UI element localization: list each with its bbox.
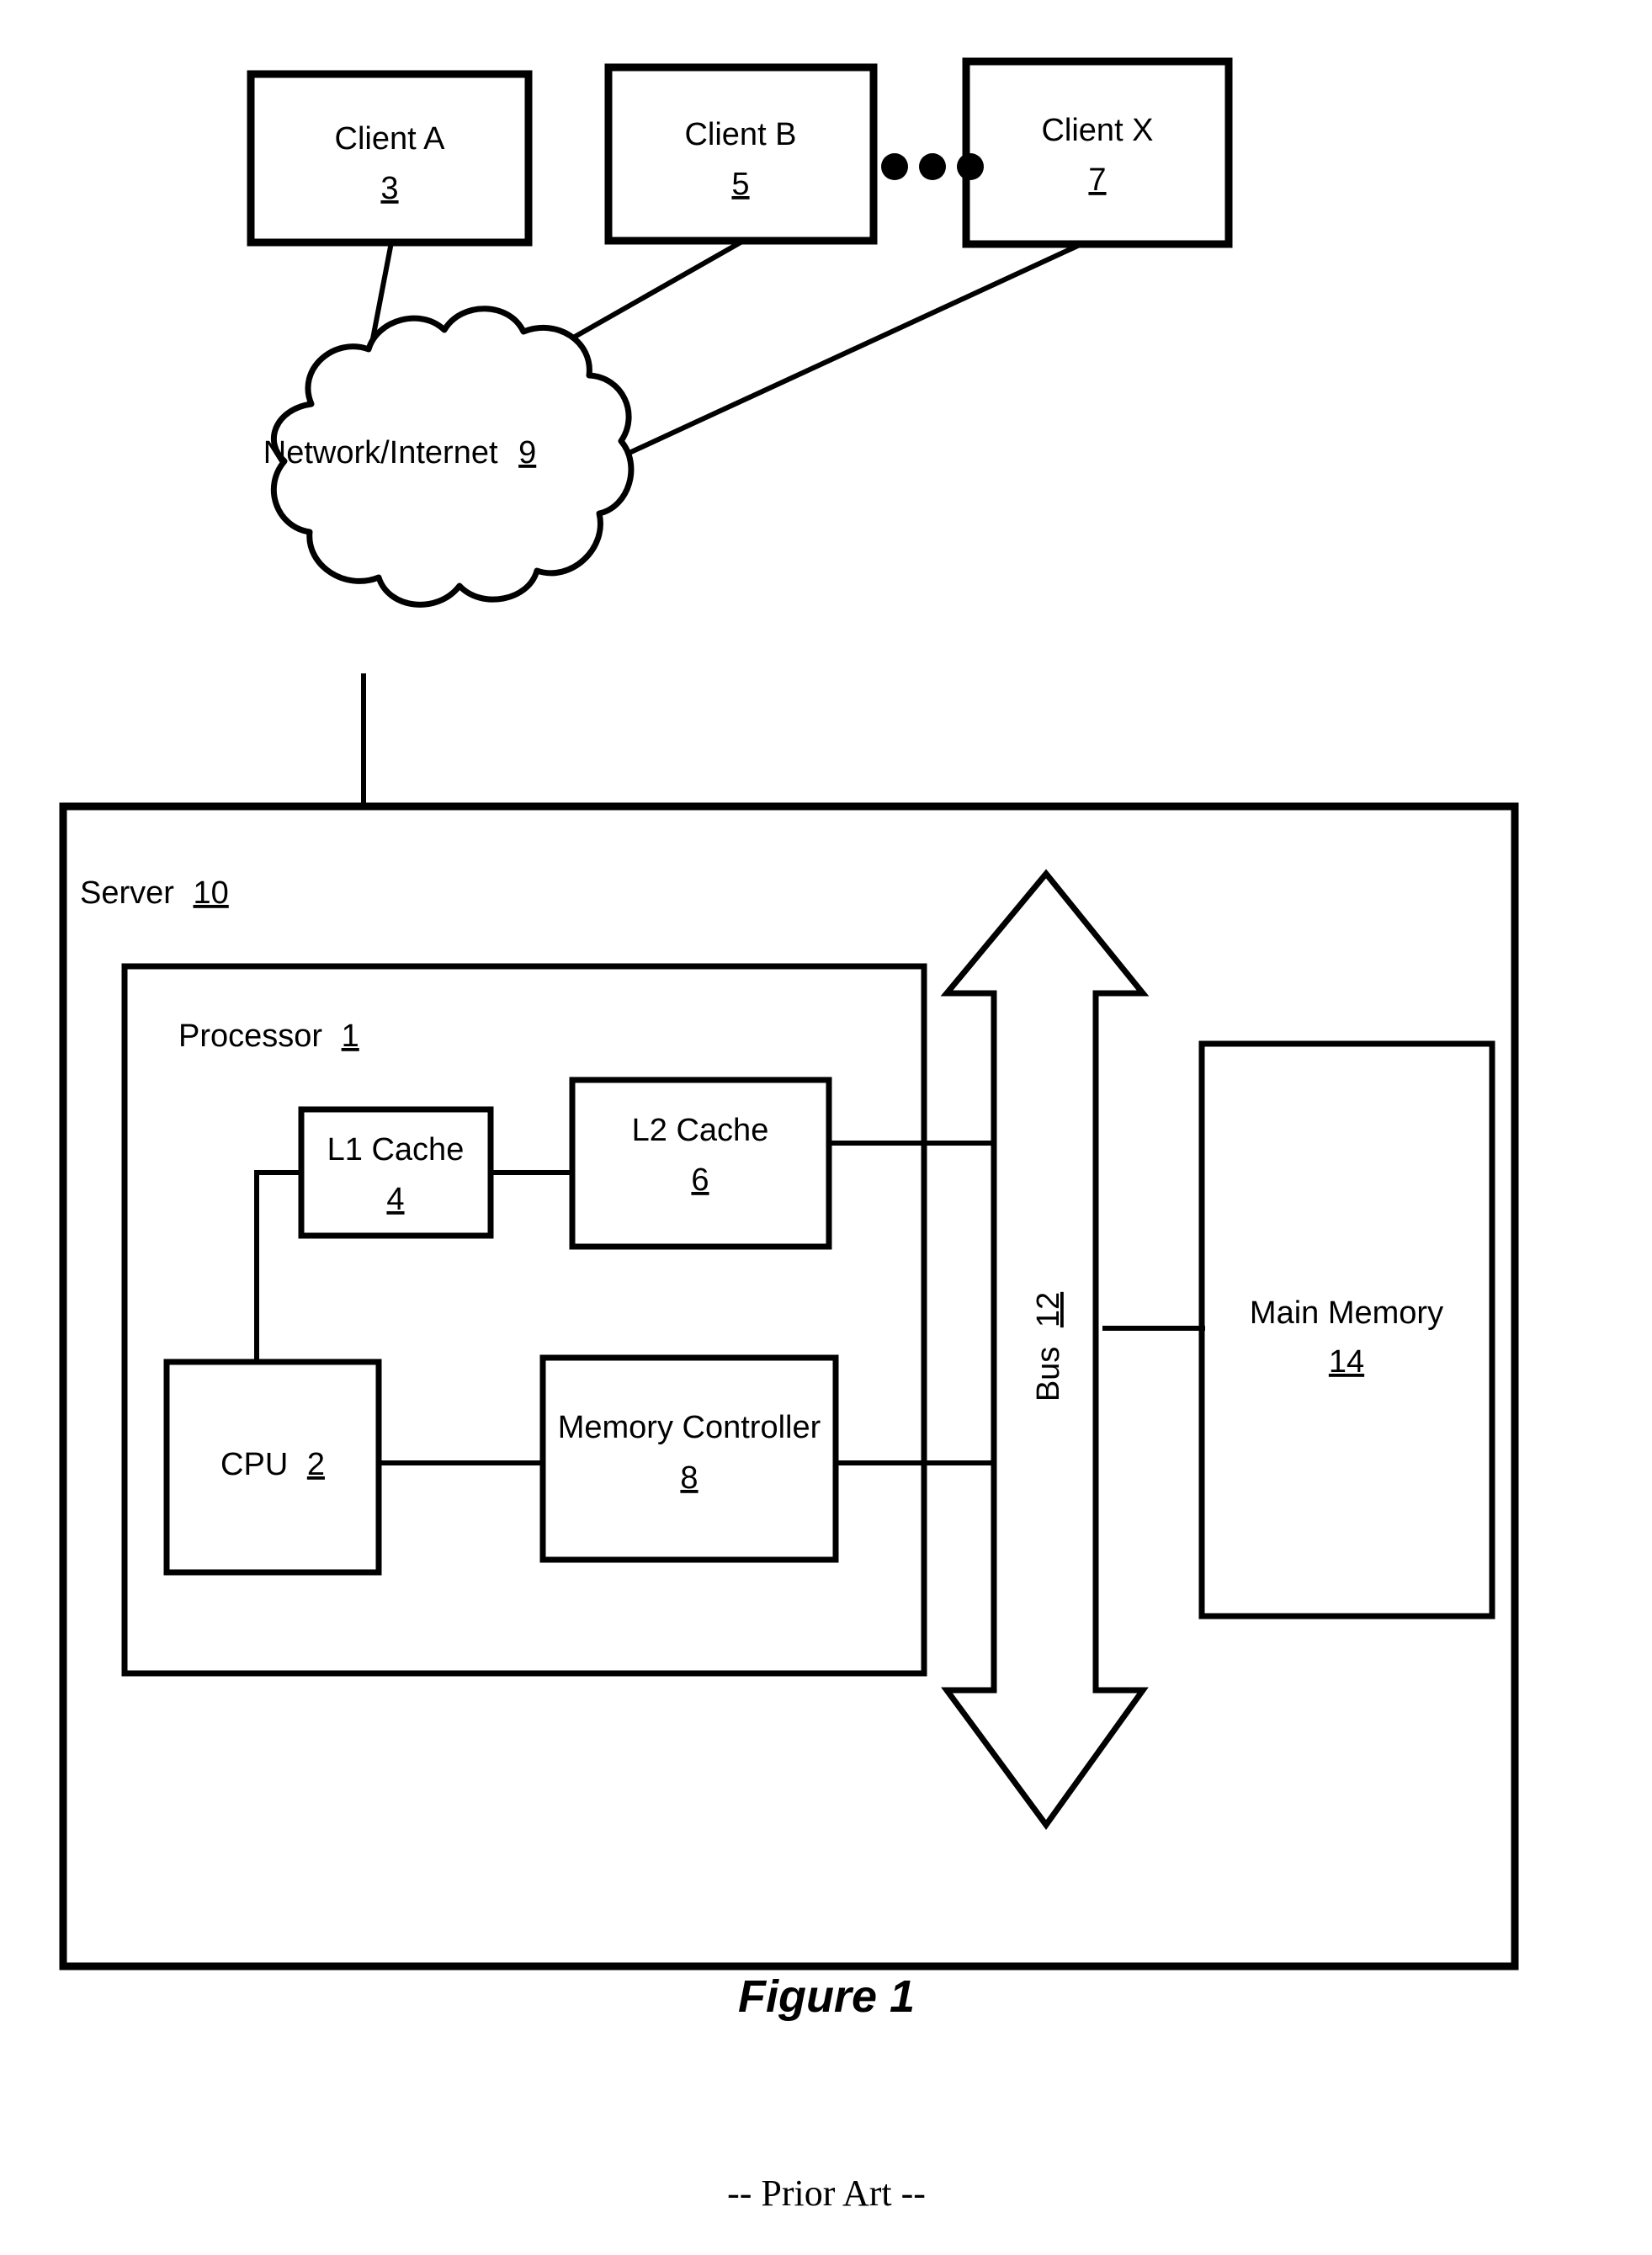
main-memory-ref: 14 [1329,1344,1364,1380]
server-ref: 10 [193,875,228,911]
processor-container[interactable]: Processor 1 [121,963,927,1677]
patent-figure-page: Client A 3 Client B 5 Client X 7 Network… [0,0,1652,2255]
client-x-ref: 7 [1088,162,1106,198]
bus-ref: 12 [1031,1292,1066,1327]
l1-cache-ref: 4 [386,1182,404,1217]
memory-controller-ref: 8 [680,1460,698,1496]
bus-label: Bus 12 [1031,1292,1066,1401]
client-a-rect [247,70,533,247]
client-box-x[interactable]: Client X 7 [962,57,1233,248]
client-b-rect [604,63,878,245]
main-memory-box[interactable]: Main Memory 14 [1198,1040,1495,1619]
server-label: Server 10 [80,875,229,911]
processor-rect [121,963,927,1677]
network-cloud[interactable]: Network/Internet 9 [263,306,635,608]
server-container[interactable]: Server 10 [59,802,1519,1970]
figure-caption: Figure 1 [738,1971,915,2022]
cpu-label: CPU 2 [220,1447,325,1482]
memory-controller-box[interactable]: Memory Controller 8 [539,1354,839,1563]
client-a-ref: 3 [380,171,398,206]
network-cloud-label-text: Network/Internet [263,435,498,471]
cpu-box[interactable]: CPU 2 [163,1359,382,1576]
client-box-a[interactable]: Client A 3 [247,70,533,247]
bus-arrow[interactable]: Bus 12 [940,869,1150,1830]
client-b-ref: 5 [731,167,749,202]
cpu-ref: 2 [307,1447,325,1482]
processor-ref: 1 [342,1018,359,1054]
memory-controller-rect [539,1354,839,1563]
server-rect [59,802,1519,1970]
main-memory-label: Main Memory [1250,1295,1443,1331]
connector-l1-to-cpu [254,1170,299,1362]
bus-label-text: Bus [1031,1347,1066,1401]
processor-label-text: Processor [178,1018,322,1054]
client-b-label: Client B [684,117,796,152]
prior-art-note: -- Prior Art -- [727,2173,926,2214]
processor-label: Processor 1 [178,1018,359,1054]
memory-controller-label: Memory Controller [558,1410,821,1445]
l2-cache-label: L2 Cache [632,1113,769,1148]
l2-cache-box[interactable]: L2 Cache 6 [569,1077,832,1250]
l2-cache-ref: 6 [691,1162,709,1198]
ellipsis-dot-2 [919,153,946,180]
network-cloud-label: Network/Internet 9 [263,435,537,471]
connector-client-x-to-cloud [587,242,1083,474]
l1-cache-box[interactable]: L1 Cache 4 [298,1106,494,1239]
ellipsis-dot-1 [881,153,908,180]
client-x-rect [962,57,1233,248]
figure-canvas: Client A 3 Client B 5 Client X 7 Network… [59,57,1519,2214]
ellipsis-dot-3 [957,153,984,180]
client-box-b[interactable]: Client B 5 [604,63,878,245]
l1-cache-label: L1 Cache [327,1132,465,1167]
cpu-label-text: CPU [220,1447,288,1482]
network-cloud-ref: 9 [518,435,536,471]
client-a-label: Client A [335,121,446,157]
server-label-text: Server [80,875,174,911]
client-x-label: Client X [1041,113,1153,148]
